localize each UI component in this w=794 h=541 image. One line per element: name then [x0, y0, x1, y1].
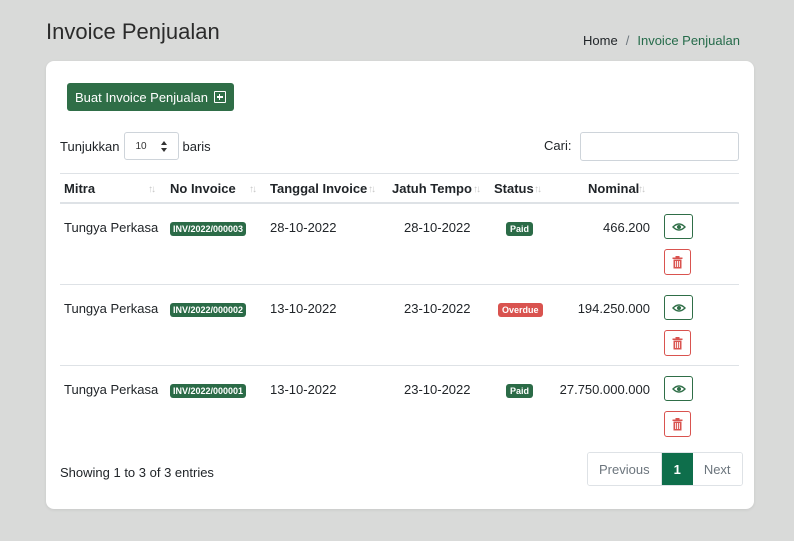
create-invoice-button[interactable]: Buat Invoice Penjualan [67, 83, 234, 111]
mitra-cell: Tungya Perkasa [64, 220, 159, 235]
table-info: Showing 1 to 3 of 3 entries [60, 465, 214, 480]
eye-icon [671, 222, 686, 231]
delete-button[interactable] [664, 249, 691, 275]
delete-button[interactable] [664, 411, 691, 437]
column-header-nominal[interactable]: Nominal [588, 181, 639, 196]
column-header-mitra[interactable]: Mitra [64, 181, 95, 196]
sort-icon[interactable]: ↑↓ [638, 184, 646, 195]
length-menu: Tunjukkan 10 baris [60, 132, 211, 160]
nominal-cell: 27.750.000.000 [559, 382, 650, 397]
status-badge: Paid [506, 222, 534, 236]
nominal-cell: 466.200 [603, 220, 650, 235]
eye-icon [671, 384, 686, 393]
invoice-number-badge: INV/2022/000001 [170, 384, 247, 398]
page-1-button[interactable]: 1 [661, 453, 693, 485]
delete-button[interactable] [664, 330, 691, 356]
table-row: Tungya Perkasa INV/2022/000001 13-10-202… [60, 366, 739, 447]
length-prefix: Tunjukkan [60, 138, 120, 154]
mitra-cell: Tungya Perkasa [64, 382, 159, 397]
sort-icon[interactable]: ↑↓ [534, 184, 542, 195]
jatuh-tempo-cell: 23-10-2022 [404, 382, 471, 397]
sort-icon[interactable]: ↑↓ [148, 184, 156, 195]
sort-icon[interactable]: ↑↓ [473, 184, 481, 195]
view-button[interactable] [664, 295, 693, 320]
rows-per-page-select[interactable]: 10 [123, 132, 179, 160]
invoice-card: Buat Invoice Penjualan Tunjukkan 10 bari… [46, 61, 754, 509]
invoice-number-badge: INV/2022/000002 [170, 303, 247, 317]
plus-square-icon [213, 91, 226, 103]
tanggal-cell: 28-10-2022 [270, 220, 337, 235]
updown-arrow-icon [160, 141, 168, 152]
search-label: Cari: [544, 138, 572, 153]
sort-icon[interactable]: ↑↓ [368, 184, 376, 195]
view-button[interactable] [664, 214, 693, 239]
tanggal-cell: 13-10-2022 [270, 382, 337, 397]
breadcrumb-separator: / [625, 33, 630, 48]
page-title: Invoice Penjualan [46, 19, 220, 44]
table-row: Tungya Perkasa INV/2022/000002 13-10-202… [60, 285, 739, 366]
trash-icon [672, 417, 683, 430]
view-button[interactable] [664, 376, 693, 401]
jatuh-tempo-cell: 28-10-2022 [404, 220, 471, 235]
column-header-jatuh-tempo[interactable]: Jatuh Tempo [392, 181, 472, 196]
table-header: Mitra ↑↓ No Invoice ↑↓ Tanggal Invoice ↑… [60, 173, 739, 204]
trash-icon [672, 255, 683, 268]
create-invoice-label: Buat Invoice Penjualan [75, 89, 208, 105]
pagination: Previous 1 Next [587, 452, 743, 486]
status-badge: Overdue [498, 303, 543, 317]
eye-icon [671, 303, 686, 312]
status-badge: Paid [506, 384, 534, 398]
length-suffix: baris [182, 138, 211, 154]
trash-icon [672, 336, 683, 349]
rows-per-page-value: 10 [135, 140, 147, 152]
nominal-cell: 194.250.000 [577, 301, 650, 316]
invoice-number-badge: INV/2022/000003 [170, 222, 247, 236]
tanggal-cell: 13-10-2022 [270, 301, 337, 316]
invoice-table: Mitra ↑↓ No Invoice ↑↓ Tanggal Invoice ↑… [60, 173, 739, 447]
column-header-tanggal-invoice[interactable]: Tanggal Invoice [270, 181, 367, 196]
breadcrumb-current: Invoice Penjualan [637, 33, 740, 48]
previous-page-button[interactable]: Previous [588, 453, 662, 485]
search-input[interactable] [580, 132, 739, 161]
jatuh-tempo-cell: 23-10-2022 [404, 301, 471, 316]
mitra-cell: Tungya Perkasa [64, 301, 159, 316]
breadcrumb: Home / Invoice Penjualan [583, 33, 740, 48]
column-header-status[interactable]: Status [494, 181, 534, 196]
next-page-button[interactable]: Next [692, 453, 742, 485]
sort-icon[interactable]: ↑↓ [249, 184, 257, 195]
breadcrumb-home-link[interactable]: Home [583, 33, 618, 48]
table-row: Tungya Perkasa INV/2022/000003 28-10-202… [60, 204, 739, 285]
column-header-no-invoice[interactable]: No Invoice [170, 181, 236, 196]
